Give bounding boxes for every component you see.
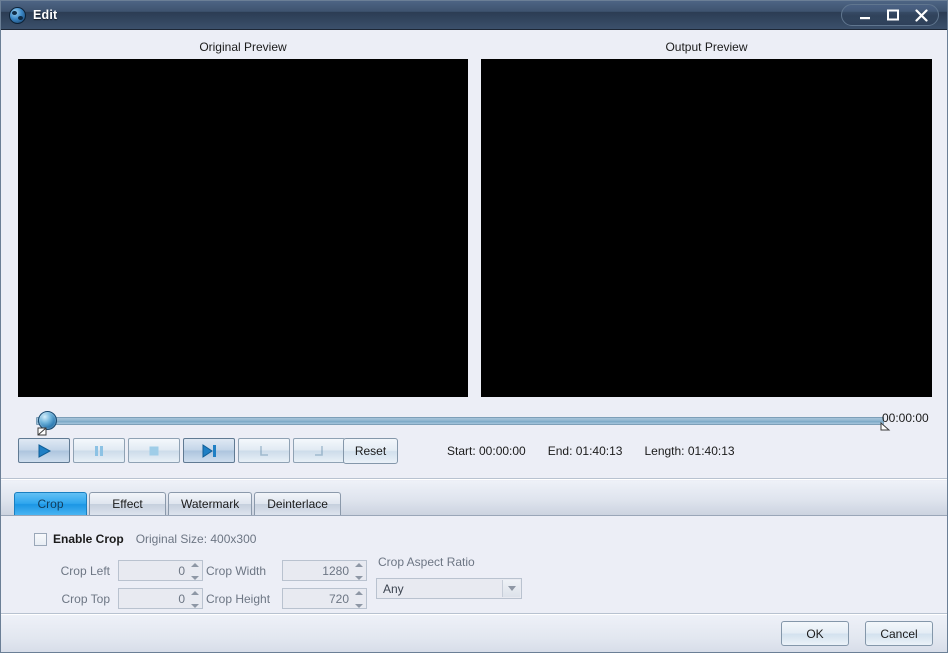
ok-button[interactable]: OK: [781, 621, 849, 646]
tab-watermark[interactable]: Watermark: [168, 492, 253, 515]
pause-icon: [95, 445, 103, 456]
original-preview-label: Original Preview: [199, 40, 287, 54]
output-preview-label: Output Preview: [665, 40, 748, 54]
enable-crop-checkbox[interactable]: [34, 532, 47, 546]
crop-width-label: Crop Width: [206, 563, 267, 578]
section-divider: [1, 478, 947, 480]
stop-button[interactable]: [128, 438, 180, 463]
cancel-button[interactable]: Cancel: [865, 621, 933, 646]
crop-width-row: Crop Width 1280: [206, 560, 367, 581]
crop-top-input[interactable]: 0: [118, 588, 203, 609]
crop-left-row: Crop Left 0: [34, 560, 203, 581]
crop-width-stepper[interactable]: [354, 563, 363, 580]
next-frame-icon: [202, 443, 216, 458]
footer-bar: OK Cancel: [1, 615, 947, 652]
pause-button[interactable]: [73, 438, 125, 463]
crop-left-label: Crop Left: [60, 563, 110, 578]
reset-button[interactable]: Reset: [343, 438, 398, 464]
timeline-slider[interactable]: [18, 409, 932, 436]
transport-controls: [18, 438, 348, 463]
edit-dialog-window: Edit Original Preview Output Preview 00:…: [0, 0, 948, 653]
window-controls: [841, 4, 939, 26]
tab-deinterlace[interactable]: Deinterlace: [254, 492, 341, 515]
crop-aspect-ratio-value: Any: [383, 581, 404, 596]
crop-top-stepper[interactable]: [190, 591, 199, 608]
tab-crop[interactable]: Crop: [14, 492, 87, 515]
original-size-label: Original Size: 400x300: [135, 532, 257, 546]
output-preview-surface[interactable]: [481, 59, 932, 397]
maximize-icon[interactable]: [880, 6, 906, 25]
play-icon: [38, 443, 52, 458]
length-time-label: Length: 01:40:13: [644, 444, 735, 458]
crop-height-stepper[interactable]: [354, 591, 363, 608]
set-end-button[interactable]: [293, 438, 345, 463]
chevron-down-icon[interactable]: [502, 580, 520, 597]
enable-crop-row: Enable Crop Original Size: 400x300: [34, 532, 256, 546]
crop-width-input[interactable]: 1280: [282, 560, 367, 581]
enable-crop-label: Enable Crop: [53, 532, 124, 546]
original-preview-surface[interactable]: [18, 59, 468, 397]
crop-left-input[interactable]: 0: [118, 560, 203, 581]
film-reel-icon: [9, 6, 26, 24]
set-end-bracket-icon: [315, 445, 323, 456]
crop-left-stepper[interactable]: [190, 563, 199, 580]
set-start-button[interactable]: [238, 438, 290, 463]
end-time-label: End: 01:40:13: [547, 444, 623, 458]
current-time-label: 00:00:00: [882, 411, 929, 425]
crop-aspect-ratio-label: Crop Aspect Ratio: [378, 555, 475, 569]
minimize-icon[interactable]: [852, 6, 878, 25]
start-marker-icon[interactable]: [37, 422, 51, 436]
next-frame-button[interactable]: [183, 438, 235, 463]
title-bar: Edit: [1, 1, 947, 30]
title-bar-left: Edit: [1, 6, 58, 24]
tab-list: Crop Effect Watermark Deinterlace: [14, 492, 343, 515]
play-button[interactable]: [18, 438, 70, 463]
crop-height-row: Crop Height 720: [206, 588, 367, 609]
time-info-group: Start: 00:00:00 End: 01:40:13 Length: 01…: [447, 444, 735, 458]
stop-icon: [149, 446, 159, 455]
timeline-track[interactable]: [36, 417, 884, 425]
crop-height-input[interactable]: 720: [282, 588, 367, 609]
tab-effect[interactable]: Effect: [89, 492, 166, 515]
start-time-label: Start: 00:00:00: [447, 444, 526, 458]
crop-top-row: Crop Top 0: [34, 588, 203, 609]
window-title: Edit: [33, 8, 58, 22]
set-start-bracket-icon: [260, 445, 268, 456]
close-icon[interactable]: [908, 6, 934, 25]
crop-top-label: Crop Top: [61, 591, 110, 606]
crop-aspect-ratio-select[interactable]: Any: [376, 578, 522, 599]
crop-height-label: Crop Height: [206, 591, 271, 606]
